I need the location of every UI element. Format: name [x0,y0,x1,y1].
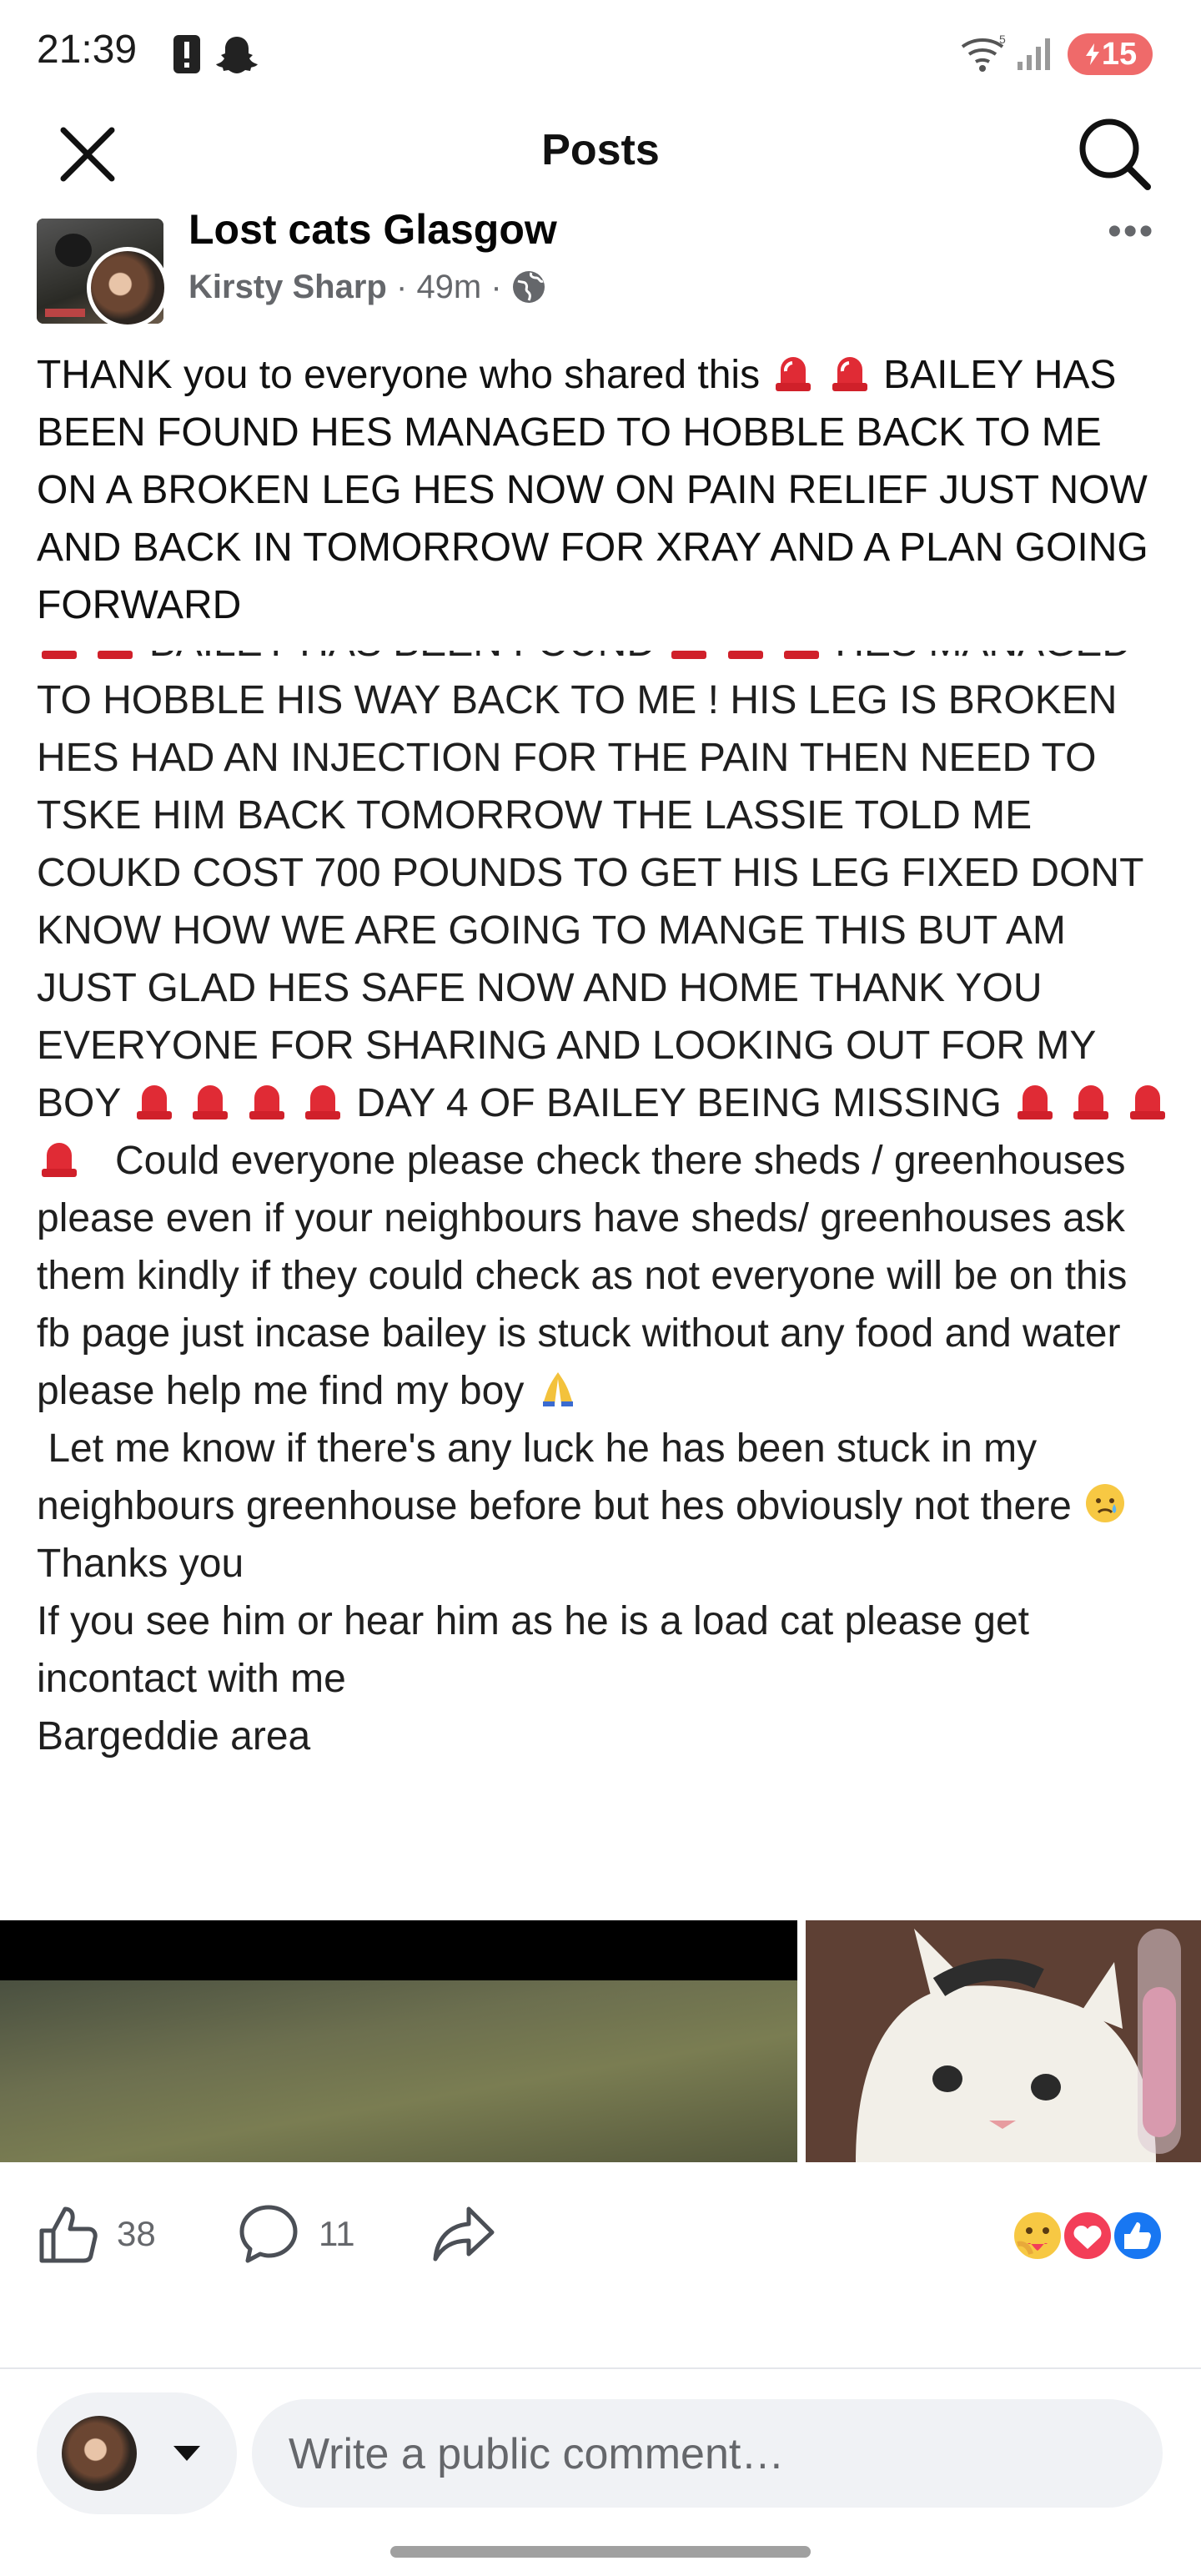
shared-text-3: DAY 4 OF BAILEY BEING MISSING [356,1081,1002,1125]
siren-emoji [671,651,707,659]
crying-face-emoji [1086,1484,1125,1522]
meta-separator: · [490,269,502,305]
globe-icon [512,271,545,303]
signal-icon [1018,38,1050,70]
svg-text:5: 5 [999,33,1006,46]
siren-emoji [98,651,133,659]
siren-emoji [784,651,820,659]
comment-placeholder[interactable]: Write a public comment… [289,2429,784,2479]
post-time[interactable]: 49m [416,269,481,305]
siren-emoji [1129,1085,1165,1119]
author-avatar[interactable] [91,251,164,325]
post-body: THANK you to everyone who shared this BA… [37,346,1171,634]
page-title: Posts [541,126,660,174]
siren-emoji [42,651,77,659]
status-time: 21:39 [37,28,138,72]
author-avatar-ring [87,247,168,329]
media-scroll-thumb[interactable] [1143,1987,1176,2137]
group-name[interactable]: Lost cats Glasgow [188,205,557,254]
photo-content [0,1980,797,2162]
search-icon[interactable] [1076,115,1153,192]
reactions-summary[interactable] [1009,2207,1168,2264]
folded-hands-emoji [542,1372,573,1406]
siren-emoji [776,357,812,391]
post-meta: Kirsty Sharp · 49m · [188,269,546,306]
post-photo-2[interactable] [806,1920,1201,2162]
thumbs-up-icon[interactable] [37,2202,100,2266]
alert-icon [173,35,200,73]
post-photo-1[interactable] [0,1920,797,2162]
shared-text-4: Could everyone please check there sheds … [37,1139,1128,1413]
care-reaction-icon [1011,2209,1064,2262]
shared-text-2: HES MANAGED TO HOBBLE HIS WAY BACK TO ME… [37,651,1143,1125]
siren-emoji [1073,1085,1109,1119]
comment-icon[interactable] [237,2202,300,2266]
love-reaction-icon [1061,2209,1114,2262]
chevron-down-icon [173,2446,200,2461]
divider [0,2367,1201,2369]
siren-emoji [727,651,763,659]
siren-emoji [193,1085,229,1119]
shared-text-8: Bargeddie area [37,1714,311,1758]
shared-post-container: BAILEY HAS BEEN FOUND HES MANAGED TO HOB… [0,651,1201,1902]
battery-level: 15 [1101,36,1138,72]
shared-text-1: BAILEY HAS BEEN FOUND [149,651,656,665]
siren-emoji [42,1143,77,1177]
siren-emoji [1018,1085,1053,1119]
battery-indicator: 15 [1068,33,1153,75]
user-avatar [62,2416,137,2491]
shared-text-5: Let me know if there's any luck he has b… [37,1426,1072,1528]
home-indicator[interactable] [390,2546,811,2558]
like-reaction-icon [1111,2209,1164,2262]
comment-count[interactable]: 11 [319,2214,355,2254]
shared-post-body: BAILEY HAS BEEN FOUND HES MANAGED TO HOB… [37,651,1171,1765]
share-icon[interactable] [432,2204,495,2264]
siren-emoji [304,1085,340,1119]
author-name[interactable]: Kirsty Sharp [188,269,387,305]
post-text-1: THANK you to everyone who shared this [37,353,761,397]
charging-icon [1085,43,1099,65]
like-count[interactable]: 38 [117,2214,156,2254]
wifi-icon: 5 [961,33,1006,72]
siren-emoji [136,1085,172,1119]
siren-emoji [249,1085,284,1119]
siren-emoji [832,357,867,391]
shared-text-6: Thanks you [37,1542,244,1586]
more-options-button[interactable]: ••• [1108,209,1154,254]
snapchat-icon [216,37,258,73]
meta-separator: · [395,269,408,305]
shared-text-7: If you see him or hear him as he is a lo… [37,1599,1029,1701]
media-scrollbar[interactable] [1138,1929,1181,2154]
profile-switcher[interactable] [37,2392,237,2514]
